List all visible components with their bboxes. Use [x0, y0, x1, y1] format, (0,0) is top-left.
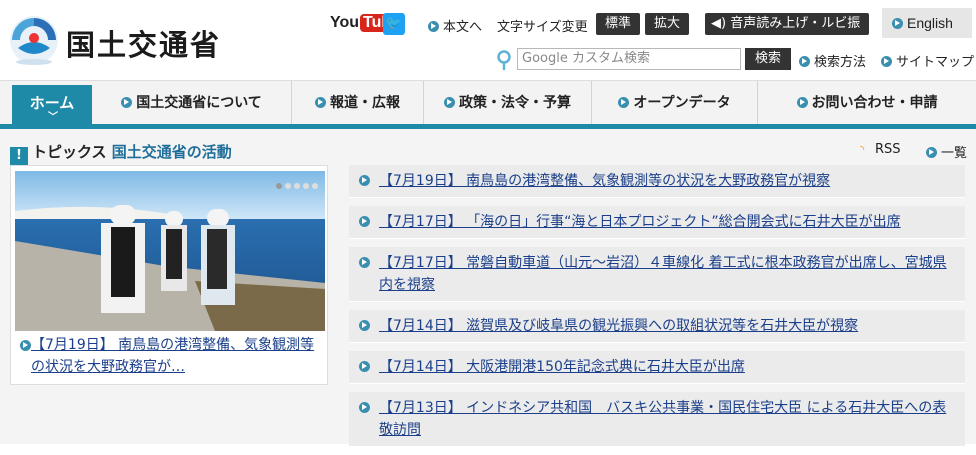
- featured-topic-card[interactable]: 【7月19日】 南鳥島の港湾整備、気象観測等の状況を大野政務官が…: [10, 165, 328, 385]
- site-header: 国土交通省 You Tube 🐦 本文へ 文字サイズ変更 標準 拡大 ◀) 音声読…: [0, 0, 976, 80]
- arrow-circle-icon: [796, 97, 808, 108]
- featured-photo[interactable]: [15, 171, 325, 331]
- news-item[interactable]: 【7月14日】 滋賀県及び岐阜県の観光振興への取組状況等を石井大臣が視察: [349, 310, 965, 343]
- sitemap-link[interactable]: サイトマップ: [881, 51, 974, 70]
- rss-link[interactable]: ◝ RSS: [860, 142, 901, 157]
- arrow-circle-icon: [359, 361, 370, 372]
- font-standard-button[interactable]: 標準: [596, 13, 640, 35]
- exclamation-icon: !: [10, 147, 28, 165]
- news-item[interactable]: 【7月19日】 南鳥島の港湾整備、気象観測等の状況を大野政務官が視察: [349, 165, 965, 198]
- speaker-icon: ◀): [711, 16, 727, 31]
- location-pin-icon: [497, 50, 511, 70]
- arrow-circle-icon: [444, 97, 455, 108]
- youtube-you: You: [330, 14, 360, 31]
- nav-about[interactable]: 国土交通省について: [92, 81, 292, 125]
- arrow-circle-icon: [359, 175, 370, 186]
- font-size-label: 文字サイズ変更: [497, 20, 588, 35]
- font-large-button[interactable]: 拡大: [645, 13, 689, 35]
- arrow-circle-icon: [20, 340, 31, 351]
- topics-heading: ! トピックス 国土交通省の活動: [10, 141, 232, 165]
- arrow-circle-icon: [428, 21, 439, 32]
- nav-policy[interactable]: 政策・法令・予算: [424, 81, 592, 125]
- arrow-circle-icon: [881, 56, 892, 67]
- search-button[interactable]: 検索: [745, 48, 791, 70]
- nav-press[interactable]: 報道・広報: [292, 81, 424, 125]
- speech-ruby-button[interactable]: ◀) 音声読み上げ・ルビ振り: [705, 13, 869, 53]
- news-item[interactable]: 【7月14日】 大阪港開港150年記念式典に石井大臣が出席: [349, 351, 965, 384]
- carousel-dot[interactable]: [312, 183, 318, 189]
- featured-caption[interactable]: 【7月19日】 南鳥島の港湾整備、気象観測等の状況を大野政務官が…: [20, 334, 321, 378]
- arrow-circle-icon: [359, 320, 370, 331]
- arrow-circle-icon: [892, 18, 903, 29]
- carousel-dot[interactable]: [276, 183, 282, 189]
- news-list: 【7月19日】 南鳥島の港湾整備、気象観測等の状況を大野政務官が視察 【7月17…: [349, 165, 965, 455]
- chevron-down-icon: ﹀: [48, 112, 58, 123]
- news-item[interactable]: 【7月13日】 インドネシア共和国 バスキ公共事業・国民住宅大臣 による石井大臣…: [349, 392, 965, 447]
- arrow-circle-icon: [315, 97, 326, 108]
- skip-to-main-link[interactable]: 本文へ: [428, 16, 482, 35]
- carousel-dot[interactable]: [294, 183, 300, 189]
- arrow-circle-icon: [618, 97, 630, 108]
- site-logo-text[interactable]: 国土交通省: [66, 22, 221, 64]
- search-method-link[interactable]: 検索方法: [799, 51, 866, 70]
- global-nav: 国土交通省について 報道・広報 政策・法令・予算 オープンデータ お問い合わせ・…: [0, 80, 976, 129]
- carousel-dot[interactable]: [303, 183, 309, 189]
- nav-contact[interactable]: お問い合わせ・申請: [758, 81, 976, 125]
- nav-home[interactable]: ホーム ﹀: [12, 85, 92, 129]
- arrow-circle-icon: [799, 56, 810, 67]
- arrow-circle-icon: [926, 147, 937, 158]
- arrow-circle-icon: [359, 402, 370, 413]
- carousel-dot[interactable]: [285, 183, 291, 189]
- nav-open-data[interactable]: オープンデータ: [592, 81, 758, 125]
- photo-carousel-dots[interactable]: [273, 174, 318, 193]
- news-item[interactable]: 【7月17日】 常磐自動車道（山元～岩沼）４車線化 着工式に根本政務官が出席し、…: [349, 247, 965, 302]
- english-link[interactable]: English: [882, 8, 972, 38]
- search-input[interactable]: Google カスタム検索: [517, 48, 741, 70]
- rss-icon: ◝: [860, 143, 865, 156]
- twitter-icon[interactable]: 🐦: [383, 13, 405, 35]
- news-item[interactable]: 【7月17日】 「海の日」行事“海と日本プロジェクト”総合開会式に石井大臣が出席: [349, 206, 965, 239]
- arrow-circle-icon: [359, 216, 370, 227]
- arrow-circle-icon: [359, 257, 370, 268]
- mlit-logo-icon[interactable]: [8, 14, 60, 66]
- list-all-link[interactable]: 一覧: [926, 142, 967, 161]
- arrow-circle-icon: [121, 97, 133, 108]
